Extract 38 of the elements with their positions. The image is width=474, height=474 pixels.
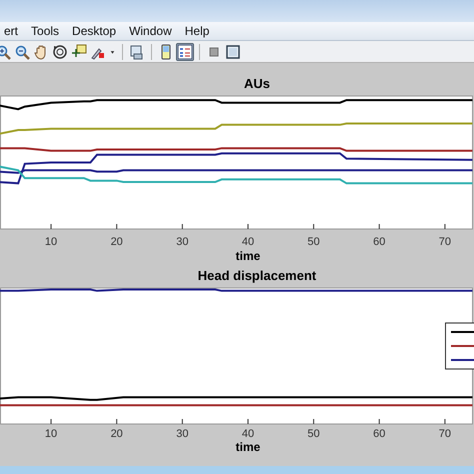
tick-mark (116, 418, 118, 424)
tick-mark (313, 224, 314, 230)
tick-mark (313, 418, 314, 424)
menu-item[interactable]: Window (123, 24, 179, 38)
tick-label: 40 (242, 428, 254, 440)
tick-mark (182, 418, 183, 424)
tick-label: 30 (176, 428, 188, 440)
tick-label: 20 (110, 428, 123, 440)
tick-mark (444, 418, 446, 424)
tick-label: 70 (438, 428, 452, 440)
tick-label: 70 (438, 236, 452, 248)
tick-mark (182, 224, 183, 230)
menu-item[interactable]: Desktop (66, 24, 124, 38)
tick-label: 10 (44, 428, 58, 440)
tick-mark (444, 224, 446, 230)
tick-mark (50, 418, 52, 424)
tick-label: 60 (373, 428, 386, 440)
axis-label: time (236, 440, 260, 454)
tick-mark (116, 224, 118, 230)
menu-item[interactable]: Tools (25, 24, 66, 38)
axis-label: time (236, 249, 260, 263)
tick-label: 40 (242, 236, 254, 248)
window-icon[interactable] (224, 42, 242, 60)
tick-label: 50 (308, 236, 320, 248)
chart-title: AUs (244, 76, 270, 91)
menu-item[interactable]: ert (0, 24, 26, 38)
tick-label: 30 (176, 236, 188, 248)
chart-title: Head displacement (198, 268, 316, 283)
legend-icon[interactable] (176, 42, 194, 60)
menu-item[interactable]: Help (178, 24, 216, 38)
tick-label: 60 (373, 236, 386, 248)
tick-label: 50 (308, 428, 320, 440)
tick-mark (378, 418, 380, 424)
tick-label: 10 (44, 236, 58, 248)
tick-mark (378, 224, 380, 230)
tick-label: 20 (110, 236, 123, 248)
rotate-icon[interactable] (51, 42, 69, 60)
tick-mark (50, 224, 52, 230)
